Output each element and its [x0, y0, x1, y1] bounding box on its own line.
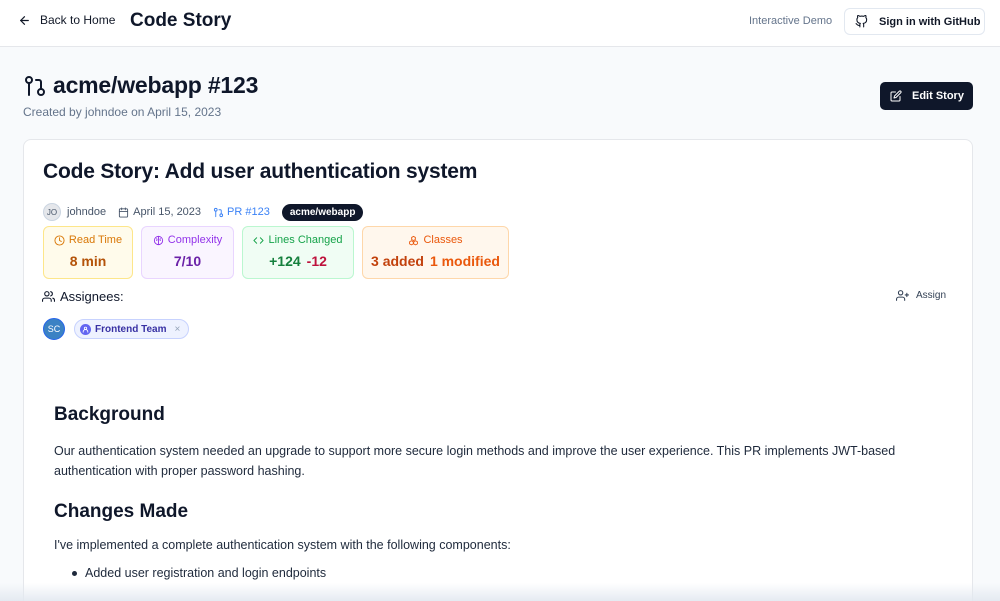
lines-removed: -12: [306, 253, 327, 269]
background-paragraph: Our authentication system needed an upgr…: [54, 444, 896, 478]
stat-complexity: Complexity 7/10: [141, 226, 234, 279]
brand-title[interactable]: Code Story: [130, 10, 231, 32]
repo-badge: acme/webapp: [281, 203, 364, 221]
background-heading: Background: [54, 404, 165, 425]
team-icon: [80, 323, 91, 335]
story-title: Code Story: Add user authentication syst…: [43, 160, 478, 183]
assignees-heading: Assignees:: [42, 289, 124, 304]
stat-complexity-value: 7/10: [173, 253, 202, 269]
author-avatar: JO: [43, 203, 61, 221]
repo-heading: acme/webapp #123: [23, 72, 258, 99]
stats-row: Read Time 8 min Complexity 7/10 Lines Ch…: [43, 226, 509, 279]
assign-button[interactable]: Assign: [896, 289, 946, 302]
sign-in-github-button[interactable]: Sign in with GitHub: [844, 8, 985, 35]
boxes-icon: [409, 235, 419, 245]
arrow-left-icon: [20, 15, 29, 25]
interactive-demo-label: Interactive Demo: [749, 15, 833, 27]
bottom-fade: [0, 583, 1000, 601]
back-label: Back to Home: [40, 13, 116, 27]
clock-icon: [54, 234, 65, 246]
code-icon: [253, 236, 265, 244]
story-date-text: April 15, 2023: [133, 206, 202, 218]
assignees-label: Assignees:: [60, 289, 124, 304]
team-chip[interactable]: Frontend Team ×: [74, 319, 190, 339]
back-to-home-link[interactable]: Back to Home: [18, 13, 115, 27]
list-item: Added user registration and login endpoi…: [72, 566, 326, 580]
changes-heading: Changes Made: [54, 501, 189, 522]
stat-lines-label: Lines Changed: [268, 234, 343, 246]
stat-read-time-value: 8 min: [69, 253, 107, 269]
users-icon: [42, 291, 55, 302]
stat-read-time: Read Time 8 min: [43, 226, 133, 279]
lines-added: +124: [269, 253, 301, 269]
pr-link-text: PR #123: [227, 206, 270, 218]
bullet-dot: [72, 570, 77, 576]
top-bar: Back to Home Code Story Interactive Demo…: [0, 0, 1000, 47]
story-date: April 15, 2023: [118, 206, 201, 218]
edit-story-button[interactable]: Edit Story: [880, 82, 973, 110]
stat-read-time-label: Read Time: [68, 234, 123, 246]
assign-label: Assign: [916, 290, 947, 301]
stat-classes: Classes 3 added 1 modified: [362, 226, 509, 279]
brain-icon: [153, 235, 163, 245]
assignee-avatar[interactable]: SC: [43, 318, 65, 340]
edit-story-label: Edit Story: [912, 90, 964, 102]
story-meta: JO johndoe April 15, 2023 PR #123 acme/w…: [43, 203, 364, 221]
stat-complexity-label: Complexity: [167, 234, 223, 246]
assignee-list: SC Frontend Team ×: [43, 318, 190, 340]
remove-team-icon[interactable]: ×: [174, 324, 180, 335]
created-by-text: Created by johndoe on April 15, 2023: [23, 105, 222, 119]
calendar-icon: [119, 206, 129, 218]
git-pull-request-icon: [25, 75, 45, 96]
sign-in-label: Sign in with GitHub: [879, 15, 981, 28]
edit-icon: [890, 90, 902, 102]
stat-lines-changed: Lines Changed +124 -12: [242, 226, 354, 279]
author-name: johndoe: [67, 206, 107, 218]
changes-paragraph: I've implemented a complete authenticati…: [54, 538, 511, 552]
story-card: Code Story: Add user authentication syst…: [23, 139, 973, 601]
classes-added: 3 added: [371, 253, 424, 269]
list-item-text: Added user registration and login endpoi…: [85, 566, 327, 580]
classes-modified: 1 modified: [429, 253, 500, 269]
stat-classes-label: Classes: [423, 234, 463, 246]
user-plus-icon: [896, 290, 909, 301]
team-name: Frontend Team: [95, 323, 167, 335]
pr-link[interactable]: PR #123: [213, 206, 270, 218]
git-pull-request-icon: [213, 207, 224, 217]
github-icon: [855, 15, 868, 28]
repo-title: acme/webapp #123: [53, 72, 259, 98]
